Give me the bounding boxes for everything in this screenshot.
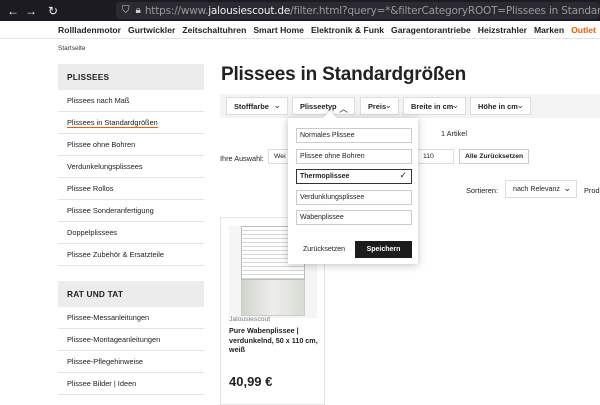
option-label: Wabenplissee — [300, 214, 344, 221]
breadcrumb[interactable]: Startseite — [58, 45, 85, 52]
chevron-down-icon: ⌄ — [451, 100, 459, 110]
selected-filter-chip[interactable]: 110 — [418, 149, 454, 164]
reset-all-button[interactable]: Alle Zurücksetzen — [459, 149, 530, 164]
sidebar-item[interactable]: Plissee-Montageanleitungen — [58, 329, 204, 351]
dropdown-reset-button[interactable]: Zurücksetzen — [296, 241, 352, 258]
checkmark-icon: ✓ — [399, 170, 407, 180]
sidebar-item[interactable]: Plissees in Standardgrößen — [58, 112, 204, 134]
dropdown-option[interactable]: Verdunklungsplissee — [296, 189, 412, 205]
sidebar-item[interactable]: Plissee ohne Bohren — [58, 134, 204, 156]
topnav-item[interactable]: Garagentorantriebe — [391, 25, 471, 35]
reload-icon[interactable]: ↻ — [44, 4, 62, 18]
filter-label: Preis — [368, 101, 387, 111]
product-name[interactable]: Pure Wabenplissee | verdunkelnd, 50 x 11… — [229, 326, 321, 355]
sidebar-item-label: Plissee Rollos — [67, 184, 114, 193]
back-arrow-icon[interactable]: ← — [4, 4, 22, 18]
sidebar-item[interactable]: Plissee-Pflegehinweise — [58, 351, 204, 373]
topnav-item[interactable]: Gurtwickler — [128, 25, 175, 35]
dropdown-option[interactable]: Wabenplissee — [296, 210, 412, 225]
url-text[interactable]: https://www.jalousiescout.de/filter.html… — [145, 5, 600, 17]
filter-label: Plisseetyp — [300, 101, 337, 111]
sidebar-item[interactable]: Verdunkelungsplissees — [58, 156, 204, 178]
dropdown-option[interactable]: Normales Plissee — [296, 128, 412, 143]
chevron-down-icon: ⌄ — [273, 100, 281, 110]
filter-plisseetyp[interactable]: Plisseetyp ︿ — [292, 97, 355, 115]
window-graphic — [241, 280, 305, 316]
dropdown-save-button[interactable]: Speichern — [355, 241, 412, 258]
sort-select[interactable]: nach Relevanz ⌄ — [505, 180, 577, 198]
product-brand: Jalousiescout — [229, 316, 271, 323]
sidebar-item[interactable]: Doppelplissees — [58, 222, 204, 244]
filter-bar: Stofffarbe ⌄ Plisseetyp ︿ Preis ⌄ Breite in… — [220, 94, 600, 118]
sidebar-item-label: Plissee Sonderanfertigung — [67, 206, 154, 215]
topnav-item[interactable]: Zeitschaltuhren — [182, 25, 246, 35]
forward-arrow-icon[interactable]: → — [22, 4, 40, 18]
filter-label: Breite in cm — [411, 101, 454, 111]
sidebar-item[interactable]: Plissee Rollos — [58, 178, 204, 200]
sidebar-item-label: Plissee ohne Bohren — [67, 140, 136, 149]
topnav-item[interactable]: Elektronik & Funk — [311, 25, 384, 35]
chevron-down-icon: ⌄ — [516, 100, 524, 110]
lock-icon[interactable]: 🔒︎ — [136, 5, 141, 16]
sidebar-item[interactable]: Plissee Bilder | Ideen — [58, 373, 204, 395]
topnav-item[interactable]: Marken — [534, 25, 564, 35]
sidebar-item-label: Plissee Zubehör & Ersatzteile — [67, 250, 164, 259]
browser-toolbar: ← → ↻ ⛉ 🔒︎ https://www.jalousiescout.de/… — [0, 0, 600, 21]
chevron-down-icon: ⌄ — [384, 100, 392, 110]
category-nav: Rollladenmotor Gurtwickler Zeitschaltuhren… — [0, 21, 600, 39]
option-label: Normales Plissee — [300, 132, 355, 139]
sidebar-item-label: Plissee-Pflegehinweise — [67, 357, 143, 366]
filter-breite[interactable]: Breite in cm ⌄ — [403, 97, 466, 115]
sidebar: PLISSEES Plissees nach Maß Plissees in St… — [58, 64, 204, 395]
result-count: 1 Artikel — [441, 129, 467, 138]
topnav-item[interactable]: Rollladenmotor — [58, 25, 121, 35]
selection-label: Ihre Auswahl: — [220, 154, 264, 163]
page-title: Plissees in Standardgrößen — [221, 64, 467, 85]
chevron-up-icon: ︿ — [338, 104, 348, 114]
filter-stofffarbe[interactable]: Stofffarbe ⌄ — [226, 97, 288, 115]
dropdown-option[interactable]: Plissee ohne Bohren — [296, 148, 412, 164]
filter-hoehe[interactable]: Höhe in cm ⌄ — [470, 97, 531, 115]
product-price: 40,99 € — [229, 374, 273, 389]
sidebar-item-label: Verdunkelungsplissees — [67, 162, 143, 171]
filter-label: Höhe in cm — [478, 101, 518, 111]
sort-label: Sortieren: — [466, 186, 499, 195]
address-bar[interactable]: ⛉ 🔒︎ https://www.jalousiescout.de/filter… — [116, 2, 600, 19]
option-label: Plissee ohne Bohren — [300, 152, 365, 160]
sidebar-item[interactable]: Plissee-Messanleitungen — [58, 307, 204, 329]
sort-option-cut[interactable]: Prod — [584, 186, 600, 195]
option-label: Thermoplissee — [300, 173, 350, 180]
sidebar-item-label: Plissees in Standardgrößen — [67, 117, 158, 128]
sidebar-item[interactable]: Plissees nach Maß — [58, 90, 204, 112]
sidebar-section-title: PLISSEES — [58, 64, 204, 90]
sort-value: nach Relevanz — [513, 185, 560, 193]
sidebar-section-title: RAT UND TAT — [58, 281, 204, 307]
sidebar-item-label: Plissee Bilder | Ideen — [67, 379, 137, 388]
sidebar-item-label: Plissee-Montageanleitungen — [67, 335, 161, 344]
topnav-item[interactable]: Outlet — [571, 25, 596, 35]
chevron-down-icon: ⌄ — [563, 183, 571, 193]
option-label: Verdunklungsplissee — [300, 193, 365, 201]
sidebar-item[interactable]: Plissee Zubehör & Ersatzteile — [58, 244, 204, 266]
topnav-item[interactable]: Smart Home — [253, 25, 304, 35]
filter-label: Stofffarbe — [234, 101, 269, 111]
sidebar-item-label: Doppelplissees — [67, 228, 118, 237]
selected-filter-chip[interactable]: Wei — [268, 149, 290, 164]
dropdown-option[interactable]: Thermoplissee ✓ — [296, 169, 412, 184]
sidebar-item-label: Plissees nach Maß — [67, 96, 130, 105]
shield-icon[interactable]: ⛉ — [122, 5, 130, 16]
topnav-item[interactable]: Heizstrahler — [478, 25, 527, 35]
sidebar-item[interactable]: Plissee Sonderanfertigung — [58, 200, 204, 222]
filter-preis[interactable]: Preis ⌄ — [360, 97, 399, 115]
sidebar-item-label: Plissee-Messanleitungen — [67, 313, 150, 322]
